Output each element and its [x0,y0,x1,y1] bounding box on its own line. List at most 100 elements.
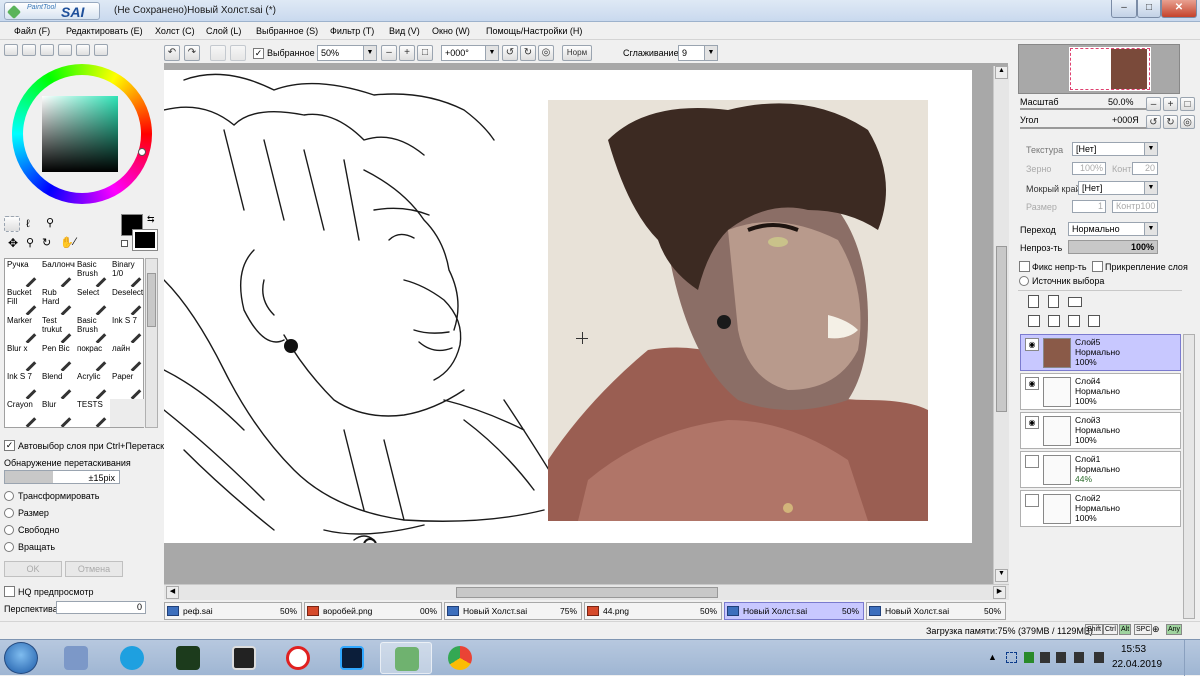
tool-scrollbar[interactable] [145,258,158,428]
menu-layer[interactable]: Слой (L) [206,26,241,36]
lasso-icon[interactable]: ℓ [26,218,30,230]
ok-button[interactable]: OK [4,561,62,577]
palette-tab[interactable] [58,44,72,56]
autoselect-checkbox[interactable]: ✓ [4,440,15,451]
saturation-value-square[interactable] [42,96,118,172]
layer-row[interactable]: ◉ Слой5 Нормально 100% [1020,334,1181,371]
color-wheel-tab[interactable] [4,44,18,56]
navigator-viewport[interactable] [1070,48,1150,90]
tool-slot[interactable]: Rub Hard [40,287,75,315]
canvas-area[interactable] [164,63,1008,587]
opacity-slider[interactable]: 100% [1068,240,1158,254]
tool-slot[interactable]: покрас [75,343,110,371]
tool-slot[interactable]: Pen Bic [40,343,75,371]
tool-slot[interactable]: Binary 1/0 [110,259,145,287]
tool-slot[interactable]: лайн [110,343,145,371]
menu-edit[interactable]: Редактировать (E) [66,26,143,36]
scroll-left-icon[interactable]: ◀ [166,586,179,599]
rotate-icon[interactable]: ↻ [42,236,51,249]
scroll-right-icon[interactable]: ▶ [993,586,1006,599]
file-tab[interactable]: реф.sai 50% [164,602,302,620]
tool-slot[interactable]: Basic Brush [75,259,110,287]
angle-dropdown[interactable]: +000° ▼ [441,45,499,61]
invert-icon[interactable] [230,45,246,61]
vertical-scroll-thumb[interactable] [996,246,1007,412]
selection-source-radio[interactable] [1019,276,1029,286]
zoom-out-icon[interactable]: – [1146,97,1161,111]
menu-help[interactable]: Помощь/Настройки (H) [486,26,582,36]
zoom-icon[interactable]: ⚲ [26,236,34,249]
transparent-color-icon[interactable] [121,240,128,247]
normal-mode-button[interactable]: Норм [562,45,592,61]
transfer-down-icon[interactable] [1028,315,1040,327]
maximize-button[interactable]: □ [1137,0,1161,18]
tool-slot[interactable]: Blend [40,371,75,399]
angle-slider[interactable] [1020,127,1154,129]
clock-date[interactable]: 22.04.2019 [1112,659,1162,670]
taskbar-app[interactable] [218,642,270,674]
eye-icon[interactable]: ◉ [1025,338,1039,351]
hand-icon[interactable]: ✋ [60,236,74,249]
zoom-in-icon[interactable]: + [1163,97,1178,111]
tool-slot[interactable]: Баллончик [40,259,75,287]
eye-hidden-icon[interactable]: ◉ [1025,455,1039,468]
tool-slot[interactable]: Crayon [5,399,40,427]
hq-preview-checkbox[interactable] [4,586,15,597]
tool-slot[interactable]: Ink S 7 [5,371,40,399]
transform-radio[interactable] [4,491,14,501]
size-radio[interactable] [4,508,14,518]
horizontal-scroll-thumb[interactable] [456,587,718,598]
tool-slot[interactable]: Ручка [5,259,40,287]
tool-slot[interactable]: Bucket Fill [5,287,40,315]
new-vector-layer-icon[interactable] [1048,295,1059,308]
navigator-preview[interactable] [1018,44,1180,94]
selection-checkbox[interactable]: ✓ [253,48,264,59]
tool-slot[interactable]: Blur [40,399,75,427]
layer-row[interactable]: ◉ Слой2Нормально100% [1020,490,1181,527]
taskbar-app-active[interactable] [380,642,432,674]
rotate-right-icon[interactable]: ↻ [1163,115,1178,129]
taskbar-app[interactable] [272,642,324,674]
eye-icon[interactable]: ◉ [1025,377,1039,390]
taskbar-app[interactable] [162,642,214,674]
cancel-button[interactable]: Отмена [65,561,123,577]
file-tab[interactable]: Новый Холст.sai 50% [866,602,1006,620]
zoom-reset-icon[interactable]: □ [417,45,433,61]
rect-select-icon[interactable] [4,216,20,232]
tool-slot[interactable]: Marker [5,315,40,343]
chevron-up-icon[interactable]: ▲ [988,652,997,662]
rotate-left-icon[interactable]: ↺ [502,45,518,61]
texture-dropdown[interactable]: [Нет] ▼ [1072,142,1158,156]
tool-slot[interactable]: Test trukut [40,315,75,343]
menu-canvas[interactable]: Холст (C) [155,26,195,36]
layer-row[interactable]: ◉ Слой4 Нормально 100% [1020,373,1181,410]
eye-icon[interactable]: ◉ [1025,416,1039,429]
clear-layer-icon[interactable] [1068,315,1080,327]
volume-icon[interactable] [1094,652,1104,663]
file-tab[interactable]: воробей.png 00% [304,602,442,620]
new-folder-icon[interactable] [1068,297,1082,307]
taskbar-app[interactable] [50,642,102,674]
file-tab-active[interactable]: Новый Холст.sai 50% [724,602,864,620]
eye-hidden-icon[interactable]: ◉ [1025,494,1039,507]
layer-row[interactable]: ◉ Слой1Нормально44% [1020,451,1181,488]
menu-filter[interactable]: Фильтр (T) [330,26,374,36]
new-layer-icon[interactable] [1028,295,1039,308]
smoothing-dropdown[interactable]: 9 ▼ [678,45,718,61]
rotate-reset-icon[interactable]: ◎ [1180,115,1195,129]
screen-select-icon[interactable] [1006,652,1017,663]
undo-icon[interactable]: ↶ [164,45,180,61]
delete-layer-icon[interactable] [1088,315,1100,327]
zoom-in-icon[interactable]: + [399,45,415,61]
file-tab[interactable]: Новый Холст.sai 75% [444,602,582,620]
show-desktop-button[interactable] [1184,640,1200,676]
mixer-tab[interactable] [76,44,90,56]
tray-app-icon[interactable] [1024,652,1034,663]
contrast2-field[interactable]: Контр100 [1112,200,1158,213]
rotate-radio[interactable] [4,542,14,552]
minimize-button[interactable]: – [1111,0,1137,18]
swap-colors-icon[interactable]: ⇆ [147,214,155,225]
file-tab[interactable]: 44.png 50% [584,602,722,620]
tool-slot[interactable]: Acrylic [75,371,110,399]
fix-opacity-checkbox[interactable] [1019,261,1030,272]
